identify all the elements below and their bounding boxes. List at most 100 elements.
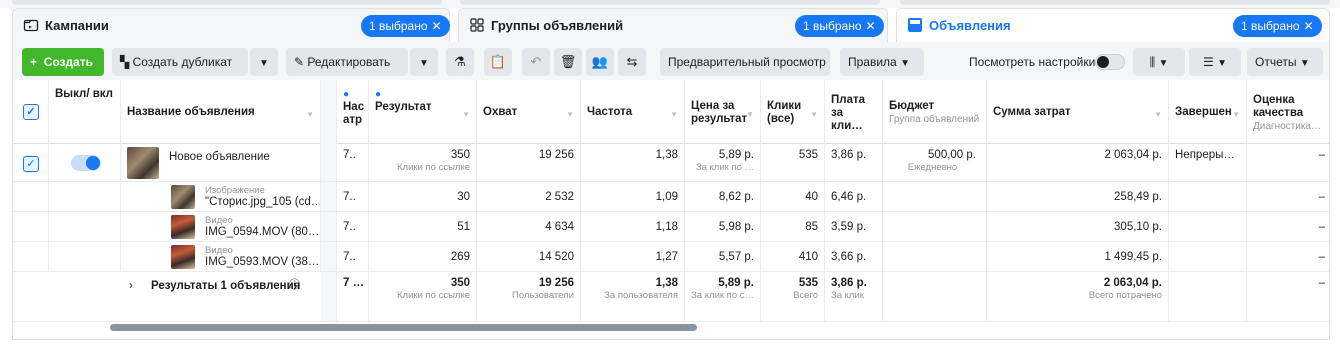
empty-cell xyxy=(883,272,987,321)
creative-thumbnail[interactable] xyxy=(171,185,195,209)
breakdown-icon: ☰ xyxy=(1202,55,1214,69)
select-all-checkbox[interactable]: ✓ xyxy=(23,104,39,120)
clicks-cell: 410 xyxy=(761,242,825,271)
flask-icon: ⚗ xyxy=(454,54,466,69)
table-row[interactable]: Видео IMG_0594.MOV (80… 7.. 51 4 634 1,1… xyxy=(13,212,1329,242)
col-result[interactable]: ● Результат ▼ xyxy=(369,80,477,144)
edit-button[interactable]: ✎ Редактировать xyxy=(286,48,408,76)
col-cpc[interactable]: Плата за кли… xyxy=(825,80,883,144)
audience-button[interactable]: 👥 xyxy=(586,48,614,76)
selected-badge[interactable]: 1 выбрано ✕ xyxy=(361,15,450,37)
plus-icon: + xyxy=(30,55,38,69)
tab-ads[interactable]: Объявления 1 выбрано ✕ xyxy=(896,8,1330,42)
sort-icon[interactable]: ▼ xyxy=(810,108,818,121)
ad-thumbnail[interactable] xyxy=(127,147,159,179)
frequency-cell: 1,38 За пользователя xyxy=(581,272,685,321)
empty-cell xyxy=(883,212,987,241)
tag-icon: ⇆ xyxy=(626,54,638,69)
col-end[interactable]: Завершен ▼ xyxy=(1169,80,1247,144)
empty-cell xyxy=(13,212,49,241)
rules-button[interactable]: Правила ▼ xyxy=(840,48,924,76)
close-icon[interactable]: ✕ xyxy=(1304,19,1314,33)
clipboard-button[interactable]: 📋 xyxy=(484,48,512,76)
col-frequency[interactable]: Частота ▼ xyxy=(581,80,685,144)
col-budget[interactable]: Бюджет Группа объявлений xyxy=(883,80,987,144)
delete-button[interactable]: 🗑 xyxy=(554,48,582,76)
clicks-cell: 40 xyxy=(761,182,825,211)
quality-cell: – xyxy=(1318,221,1325,233)
cpc-cell: 6,46 р. xyxy=(825,182,883,211)
close-icon[interactable]: ✕ xyxy=(866,19,876,33)
creative-name[interactable]: IMG_0593.MOV (38… xyxy=(205,255,319,269)
result-cell: 269 xyxy=(369,242,477,271)
col-quality[interactable]: Оценка качества Диагностика… xyxy=(1247,80,1331,144)
toggle-knob xyxy=(1097,56,1109,68)
selected-badge[interactable]: 1 выбрано ✕ xyxy=(795,15,884,37)
caret-down-icon: ▼ xyxy=(900,58,910,69)
columns-button[interactable]: ⫼ ▼ xyxy=(1133,48,1185,76)
create-button[interactable]: + Создать xyxy=(22,48,104,76)
table-row[interactable]: Видео IMG_0593.MOV (38… 7.. 269 14 520 1… xyxy=(13,242,1329,272)
column-divider xyxy=(321,272,337,321)
result-cell: 30 xyxy=(369,182,477,211)
reach-cell: 19 256 xyxy=(477,144,581,181)
reach-cell: 4 634 xyxy=(477,212,581,241)
empty-cell xyxy=(49,242,121,271)
spent-cell: 1 499,45 р. xyxy=(987,242,1169,271)
ad-toggle[interactable] xyxy=(71,155,101,171)
col-clicks[interactable]: Клики (все) ▼ xyxy=(761,80,825,144)
undo-button[interactable]: ↶ xyxy=(522,48,550,76)
edit-dropdown-button[interactable]: ▼ xyxy=(410,48,438,76)
sort-icon[interactable]: ▼ xyxy=(1154,108,1162,121)
reach-cell: 14 520 xyxy=(477,242,581,271)
duplicate-button[interactable]: ▚ Создать дубликат xyxy=(112,48,248,76)
ads-table: ✓ Выкл/ вкл Название объявления ▼ ● Нас ат… xyxy=(12,80,1330,340)
creative-name[interactable]: "Сторис.jpg_105 (cd… xyxy=(205,195,320,209)
table-header: ✓ Выкл/ вкл Название объявления ▼ ● Нас ат… xyxy=(13,80,1329,144)
col-reach[interactable]: Охват ▼ xyxy=(477,80,581,144)
col-name[interactable]: Название объявления ▼ xyxy=(121,80,321,144)
tag-button[interactable]: ⇆ xyxy=(618,48,646,76)
col-cost-per-result[interactable]: Цена за результат ▼ xyxy=(685,80,761,144)
select-all-cell: ✓ xyxy=(13,80,49,144)
info-icon[interactable]: ⓘ xyxy=(289,278,300,292)
col-toggle[interactable]: Выкл/ вкл xyxy=(49,80,121,144)
cpc-cell: 3,59 р. xyxy=(825,212,883,241)
duplicate-dropdown-button[interactable]: ▼ xyxy=(250,48,278,76)
ad-name[interactable]: Новое объявление xyxy=(169,150,270,164)
folder-icon xyxy=(23,19,39,32)
creative-thumbnail[interactable] xyxy=(171,245,195,269)
creative-thumbnail[interactable] xyxy=(171,215,195,239)
undo-icon: ↶ xyxy=(530,54,542,69)
totals-label[interactable]: Результаты 1 объявления xyxy=(151,279,300,293)
sort-icon[interactable]: ▼ xyxy=(462,108,470,121)
tab-adsets[interactable]: Группы объявлений 1 выбрано ✕ xyxy=(458,8,888,42)
ab-test-button[interactable]: ⚗ xyxy=(446,48,474,76)
breakdown-button[interactable]: ☰ ▼ xyxy=(1189,48,1241,76)
creative-name[interactable]: IMG_0594.MOV (80… xyxy=(205,225,319,239)
horizontal-scrollbar[interactable] xyxy=(110,324,697,331)
settings-cell: 7 … xyxy=(337,272,369,321)
close-icon[interactable]: ✕ xyxy=(432,19,442,33)
chevron-right-icon[interactable]: › xyxy=(129,279,133,293)
table-row[interactable]: ✓ Новое объявление 7.. 350 Клики по ссылк… xyxy=(13,144,1329,182)
people-icon: 👥 xyxy=(591,54,609,69)
quality-cell: – xyxy=(1318,191,1325,203)
tab-campaigns[interactable]: Кампании 1 выбрано ✕ xyxy=(12,8,450,42)
reports-button[interactable]: Отчеты ▼ xyxy=(1247,48,1323,76)
sort-icon[interactable]: ▼ xyxy=(746,108,754,121)
view-settings-toggle[interactable] xyxy=(1095,54,1125,70)
sort-icon[interactable]: ▼ xyxy=(1232,108,1240,121)
sort-icon[interactable]: ▼ xyxy=(566,108,574,121)
table-row[interactable]: Изображение "Сторис.jpg_105 (cd… 7.. 30 … xyxy=(13,182,1329,212)
sort-icon[interactable]: ▼ xyxy=(670,108,678,121)
col-settings[interactable]: ● Нас атр xyxy=(337,80,369,144)
row-checkbox[interactable]: ✓ xyxy=(23,156,39,172)
cost-cell: 8,62 р. xyxy=(685,182,761,211)
name-cell: Изображение "Сторис.jpg_105 (cd… xyxy=(121,182,321,211)
selected-badge[interactable]: 1 выбрано ✕ xyxy=(1233,15,1322,37)
name-cell: Новое объявление xyxy=(121,144,321,181)
sort-icon[interactable]: ▼ xyxy=(306,108,314,121)
col-spent[interactable]: Сумма затрат ▼ xyxy=(987,80,1169,144)
preview-button[interactable]: Предварительный просмотр xyxy=(660,48,830,76)
